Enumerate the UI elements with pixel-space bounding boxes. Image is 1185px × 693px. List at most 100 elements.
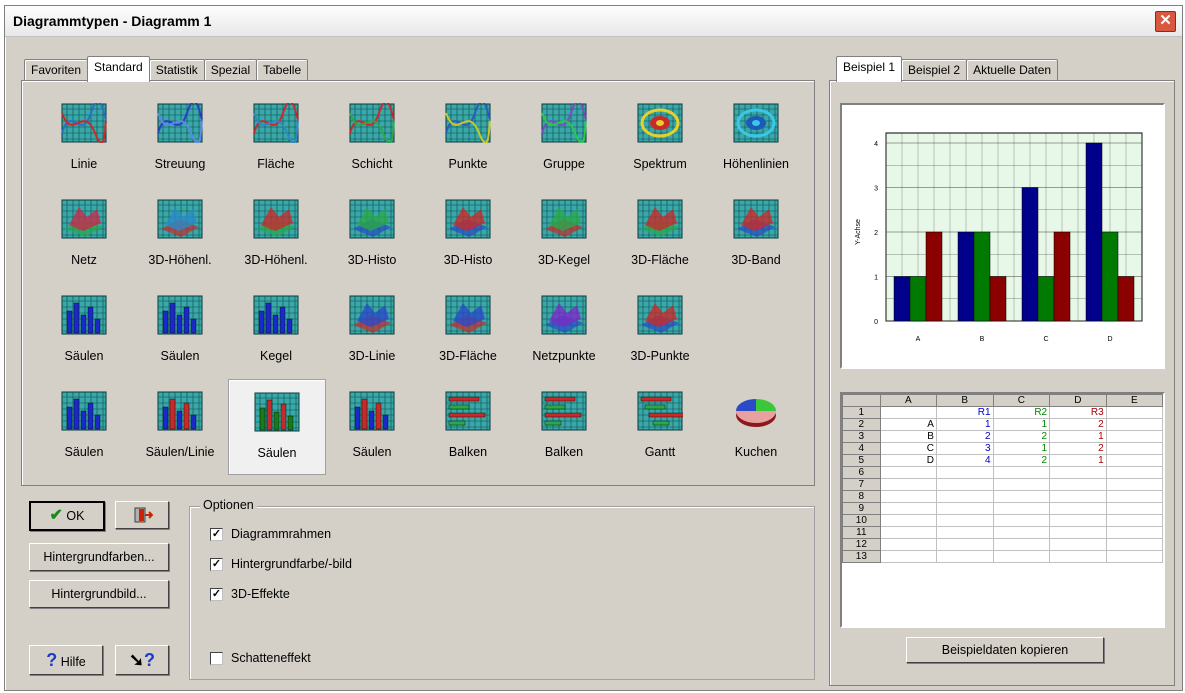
sheet-cell[interactable]	[1049, 550, 1107, 563]
sheet-cell[interactable]	[935, 550, 994, 563]
chart-type-item[interactable]: 3D-Höhenl.	[132, 187, 228, 281]
sheet-cell[interactable]: 2	[1049, 442, 1107, 455]
sheet-cell[interactable]	[935, 502, 994, 515]
sheet-cell[interactable]	[1105, 442, 1163, 455]
sheet-cell[interactable]	[1105, 526, 1163, 539]
checkbox-box[interactable]: ✓	[210, 587, 223, 601]
sheet-row-number[interactable]: 13	[842, 550, 881, 563]
sheet-cell[interactable]	[1105, 502, 1163, 515]
sheet-cell[interactable]	[879, 526, 937, 539]
chart-type-item[interactable]: Schicht	[324, 91, 420, 185]
close-icon[interactable]: ✕	[1155, 11, 1176, 32]
chart-type-item[interactable]: Punkte	[420, 91, 516, 185]
chart-type-item[interactable]: 3D-Höhenl.	[228, 187, 324, 281]
sheet-cell[interactable]	[992, 538, 1051, 551]
sheet-cell[interactable]	[935, 478, 994, 491]
tab-tabelle[interactable]: Tabelle	[256, 59, 309, 82]
sheet-cell[interactable]: R1	[935, 406, 994, 419]
frame-checkbox[interactable]: ✓ Diagrammrahmen	[210, 527, 331, 541]
chart-type-item[interactable]: 3D-Histo	[324, 187, 420, 281]
checkbox-box[interactable]	[210, 651, 223, 665]
sheet-cell[interactable]	[879, 490, 937, 503]
chart-type-item[interactable]: 3D-Histo	[420, 187, 516, 281]
chart-type-item[interactable]: Säulen/Linie	[132, 379, 228, 473]
sheet-column-header[interactable]: A	[879, 394, 937, 407]
sheet-cell[interactable]	[992, 490, 1051, 503]
sheet-cell[interactable]	[1105, 418, 1163, 431]
sheet-cell[interactable]	[1105, 490, 1163, 503]
shadow-checkbox[interactable]: Schatteneffekt	[210, 651, 311, 665]
sheet-cell[interactable]	[1049, 538, 1107, 551]
chart-type-item[interactable]: Netz	[36, 187, 132, 281]
sheet-row-number[interactable]: 8	[842, 490, 881, 503]
sheet-cell[interactable]: C	[879, 442, 937, 455]
copy-example-data-button[interactable]: Beispieldaten kopieren	[906, 637, 1104, 663]
chart-type-item[interactable]: Spektrum	[612, 91, 708, 185]
chart-type-item[interactable]: Streuung	[132, 91, 228, 185]
sheet-cell[interactable]	[1105, 466, 1163, 479]
chart-type-item[interactable]: 3D-Fläche	[420, 283, 516, 377]
chart-type-item[interactable]: 3D-Punkte	[612, 283, 708, 377]
chart-type-item[interactable]: Netzpunkte	[516, 283, 612, 377]
chart-type-item[interactable]: Höhenlinien	[708, 91, 804, 185]
background-checkbox[interactable]: ✓ Hintergrundfarbe/-bild	[210, 557, 352, 571]
help-button[interactable]: ? Hilfe	[29, 645, 103, 675]
sheet-cell[interactable]	[879, 538, 937, 551]
sheet-cell[interactable]	[992, 526, 1051, 539]
sheet-cell[interactable]	[1105, 430, 1163, 443]
ok-button[interactable]: ✔ OK	[29, 501, 105, 531]
chart-type-item[interactable]: Kegel	[228, 283, 324, 377]
sheet-cell[interactable]	[992, 478, 1051, 491]
sheet-cell[interactable]	[935, 538, 994, 551]
3d-effects-checkbox[interactable]: ✓ 3D-Effekte	[210, 587, 290, 601]
chart-type-item[interactable]: Balken	[420, 379, 516, 473]
sheet-cell[interactable]	[935, 490, 994, 503]
sheet-cell[interactable]	[992, 550, 1051, 563]
sheet-cell[interactable]	[1049, 466, 1107, 479]
sheet-cell[interactable]	[879, 550, 937, 563]
chart-type-item[interactable]: Gantt	[612, 379, 708, 473]
sheet-cell[interactable]: 4	[935, 454, 994, 467]
sheet-row-number[interactable]: 11	[842, 526, 881, 539]
sheet-cell[interactable]	[1105, 550, 1163, 563]
sheet-cell[interactable]: 1	[935, 418, 994, 431]
example-spreadsheet[interactable]: A B C D E 1 R1 R2 R3 2 A 1 1 2 3 B 2 2 1 4 C 3 1 2 5 D 4 2 1 6 7 8 9 10 11…	[840, 392, 1165, 628]
tab-beispiel-2[interactable]: Beispiel 2	[901, 59, 968, 82]
chart-type-item[interactable]: Balken	[516, 379, 612, 473]
sheet-cell[interactable]	[1049, 526, 1107, 539]
sheet-cell[interactable]	[935, 466, 994, 479]
exit-button[interactable]	[115, 501, 169, 529]
sheet-cell[interactable]: D	[879, 454, 937, 467]
chart-type-item[interactable]: Fläche	[228, 91, 324, 185]
sheet-cell[interactable]	[1105, 478, 1163, 491]
sheet-cell[interactable]	[935, 526, 994, 539]
sheet-cell[interactable]: R2	[992, 406, 1051, 419]
sheet-cell[interactable]	[879, 502, 937, 515]
tab-statistik[interactable]: Statistik	[148, 59, 205, 82]
sheet-row-number[interactable]: 12	[842, 538, 881, 551]
chart-type-item[interactable]: 3D-Kegel	[516, 187, 612, 281]
sheet-cell[interactable]	[879, 478, 937, 491]
sheet-cell[interactable]	[992, 502, 1051, 515]
sheet-cell[interactable]	[1049, 502, 1107, 515]
sheet-column-header[interactable]: B	[935, 394, 994, 407]
chart-type-item[interactable]: Kuchen	[708, 379, 804, 473]
sheet-cell[interactable]: 2	[1049, 418, 1107, 431]
sheet-row-number[interactable]: 10	[842, 514, 881, 527]
sheet-cell[interactable]	[879, 466, 937, 479]
sheet-row-number[interactable]: 9	[842, 502, 881, 515]
sheet-cell[interactable]	[935, 514, 994, 527]
background-colors-button[interactable]: Hintergrundfarben...	[29, 543, 169, 571]
sheet-cell[interactable]	[1105, 406, 1163, 419]
sheet-cell[interactable]	[1049, 514, 1107, 527]
sheet-cell[interactable]: 2	[992, 454, 1051, 467]
chart-type-item[interactable]: 3D-Band	[708, 187, 804, 281]
sheet-cell[interactable]	[1049, 490, 1107, 503]
title-bar[interactable]: Diagrammtypen - Diagramm 1 ✕	[5, 6, 1182, 37]
sheet-row-number[interactable]: 6	[842, 466, 881, 479]
tab-spezial[interactable]: Spezial	[203, 59, 258, 82]
sheet-column-header[interactable]: E	[1105, 394, 1163, 407]
sheet-row-number[interactable]: 4	[842, 442, 881, 455]
tab-standard[interactable]: Standard	[87, 56, 150, 82]
sheet-cell[interactable]: 2	[935, 430, 994, 443]
